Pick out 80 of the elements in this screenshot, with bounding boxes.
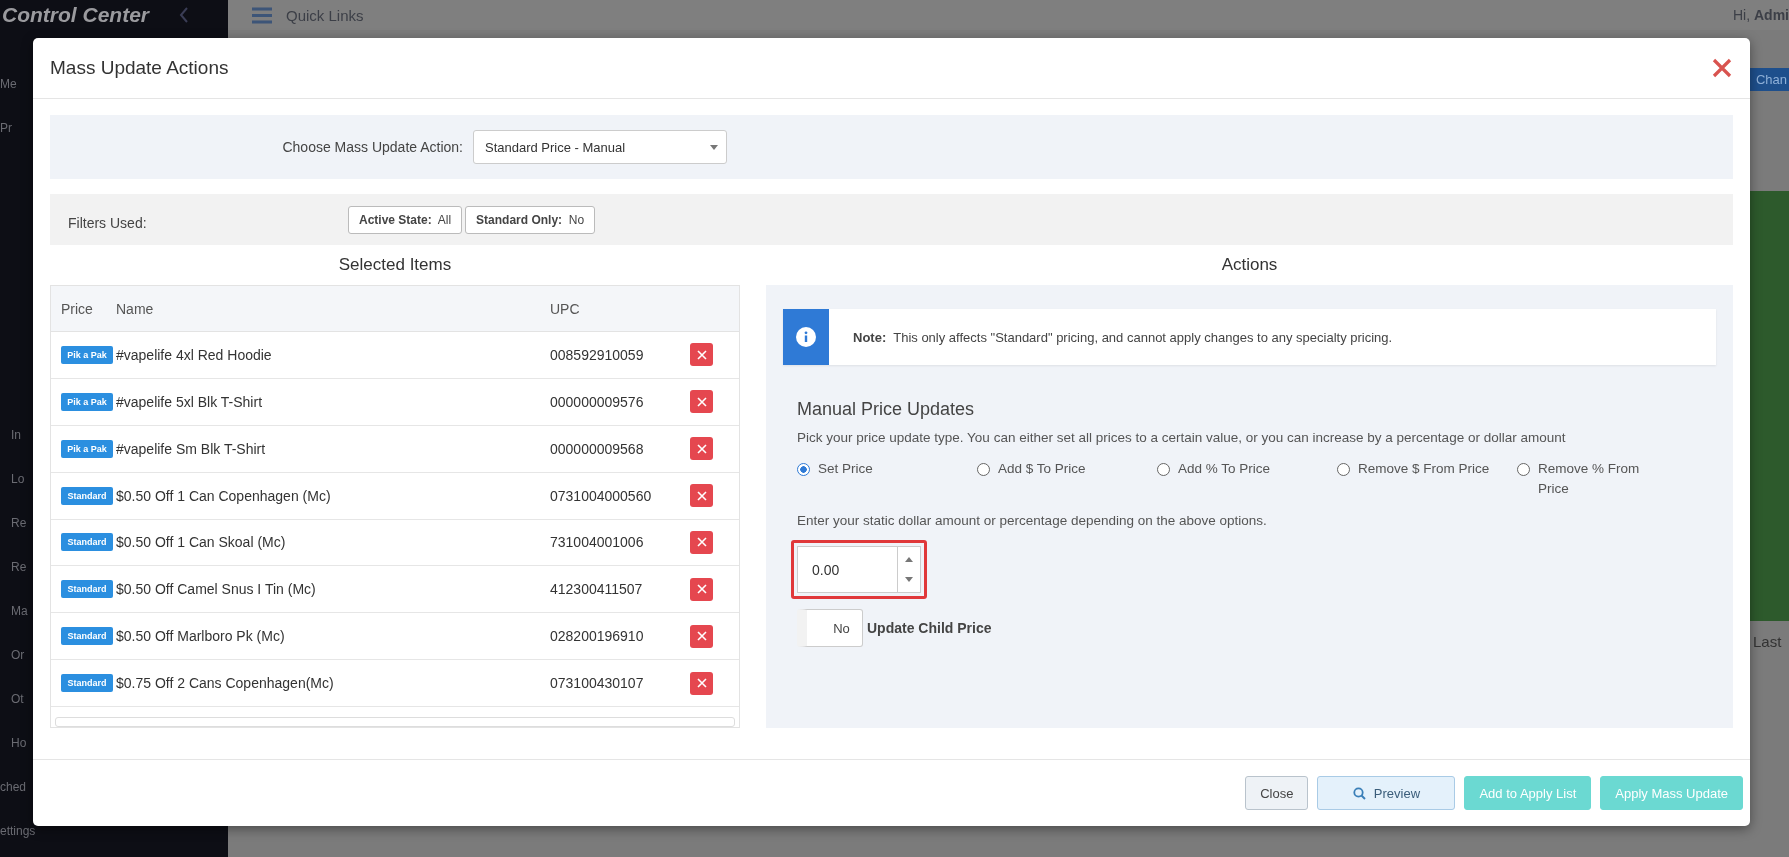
table-cell-text: 0731004000560 xyxy=(550,487,653,504)
remove-button[interactable] xyxy=(690,530,713,554)
table-cell-text: 731004001006 xyxy=(550,534,645,551)
column-header: UPC xyxy=(550,300,581,317)
radio-option[interactable]: Set Price xyxy=(797,459,977,479)
close-icon[interactable] xyxy=(696,584,707,595)
price-tag: Pik a Pak xyxy=(61,439,113,458)
preview-button[interactable]: Preview xyxy=(1317,776,1456,810)
radio-icon[interactable] xyxy=(1517,463,1530,476)
table-cell-text: #vapelife 4xl Red Hoodie xyxy=(116,346,273,363)
close-icon[interactable] xyxy=(696,396,707,407)
table-cell-text: #vapelife Sm Blk T-Shirt xyxy=(116,440,267,457)
close-icon[interactable] xyxy=(696,631,707,642)
close-icon[interactable] xyxy=(696,490,707,501)
table-cell-text: 028200196910 xyxy=(550,628,645,645)
radio-option[interactable]: Add $ To Price xyxy=(977,459,1157,479)
table-cell-text: $0.50 Off Marlboro Pk (Mc) xyxy=(116,628,286,645)
brand-name: Control Center xyxy=(2,3,149,27)
price-tag: Pik a Pak xyxy=(61,345,113,364)
column-header: Price xyxy=(61,300,94,317)
table-cell-text: 073100430107 xyxy=(550,675,645,692)
hint-text: Enter your static dollar amount or percentage depending on the above options. xyxy=(797,513,1268,528)
table-cell-text: #vapelife 5xl Blk T-Shirt xyxy=(116,393,264,410)
remove-button[interactable] xyxy=(690,671,713,695)
toggle-label: Update Child Price xyxy=(867,620,992,636)
caret-icon[interactable] xyxy=(710,144,718,150)
filter-chip: Active State: All xyxy=(348,205,463,234)
table-cell-text: 000000009568 xyxy=(550,440,645,457)
close-icon[interactable] xyxy=(696,443,707,454)
radio-option[interactable]: Remove % From Price xyxy=(1517,459,1657,499)
search-icon xyxy=(1352,786,1366,800)
price-tag: Standard xyxy=(61,627,113,646)
edge-text: Last xyxy=(1753,633,1783,650)
radio-option[interactable]: Remove $ From Price xyxy=(1337,459,1517,479)
filters-label: Filters Used: xyxy=(68,213,148,231)
table-cell-text: $0.50 Off 1 Can Skoal (Mc) xyxy=(116,534,287,551)
description-text: Pick your price update type. You can either set all prices to a certain value, or you can increase by a percentage or dollar amount xyxy=(797,430,1567,445)
amount-field[interactable]: 0.00 xyxy=(797,546,921,593)
remove-button[interactable] xyxy=(690,484,713,508)
radio-option[interactable]: Add % To Price xyxy=(1157,459,1337,479)
section-title: Actions xyxy=(1220,254,1279,276)
remove-button[interactable] xyxy=(690,624,713,648)
remove-button[interactable] xyxy=(690,390,713,414)
radio-icon[interactable] xyxy=(1337,463,1350,476)
close-button[interactable]: Close xyxy=(1245,776,1309,810)
modal-title: Mass Update Actions xyxy=(50,57,229,79)
price-tag: Standard xyxy=(61,533,113,552)
radio-icon[interactable] xyxy=(1157,463,1170,476)
toggle-switch[interactable]: No xyxy=(797,609,863,647)
remove-button[interactable] xyxy=(690,577,713,601)
close-icon[interactable] xyxy=(696,537,707,548)
action-select[interactable]: Standard Price - Manual xyxy=(473,130,727,164)
remove-button[interactable] xyxy=(690,437,713,461)
price-tag: Standard xyxy=(61,580,113,599)
action-label: Choose Mass Update Action: xyxy=(281,139,463,155)
quick-links-link[interactable]: Quick Links xyxy=(286,6,364,24)
price-tag: Pik a Pak xyxy=(61,392,113,411)
scrollbar[interactable] xyxy=(55,717,735,727)
edge-button[interactable]: Chan xyxy=(1747,68,1789,91)
column-header: Name xyxy=(116,300,155,317)
filter-chip: Standard Only: No xyxy=(465,205,596,234)
x-mark-icon[interactable] xyxy=(1712,58,1732,78)
section-heading: Manual Price Updates xyxy=(797,399,976,420)
table-cell-text: 000000009576 xyxy=(550,393,645,410)
close-icon[interactable] xyxy=(696,678,707,689)
price-tag: Standard xyxy=(61,674,113,693)
user-greeting: Hi, Admi xyxy=(1733,7,1789,23)
table-cell-text: 412300411507 xyxy=(550,581,644,598)
table-cell-text: 008592910059 xyxy=(550,346,645,363)
table-cell-text: $0.50 Off 1 Can Copenhagen (Mc) xyxy=(116,487,332,504)
table-cell-text: $0.50 Off Camel Snus I Tin (Mc) xyxy=(116,581,317,598)
note-text: Note: This only affects "Standard" pricing, and cannot apply changes to any specialty pricing. xyxy=(853,329,1393,345)
radio-icon[interactable] xyxy=(797,463,810,476)
price-tag: Standard xyxy=(61,486,113,505)
close-icon[interactable] xyxy=(696,349,707,360)
radio-icon[interactable] xyxy=(977,463,990,476)
info-icon xyxy=(796,327,816,347)
section-title: Selected Items xyxy=(337,254,453,276)
remove-button[interactable] xyxy=(690,343,713,367)
table-cell-text: $0.75 Off 2 Cans Copenhagen(Mc) xyxy=(116,675,335,692)
